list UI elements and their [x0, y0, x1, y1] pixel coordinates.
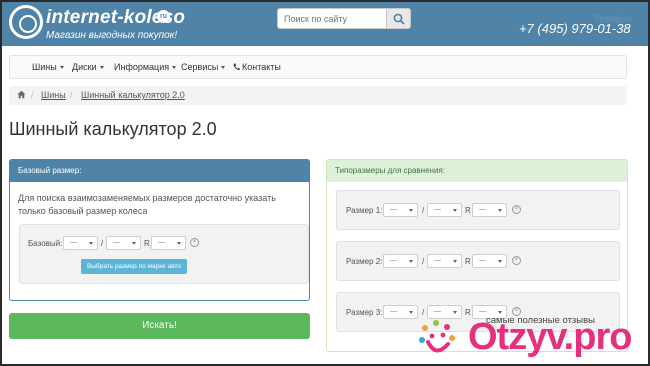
tire-logo-icon[interactable]: [9, 5, 43, 39]
caret-down-icon: [89, 242, 93, 245]
compare-row-1: Размер 1: — / — R — ×: [336, 190, 620, 230]
size-label: Размер 1:: [346, 206, 383, 215]
phone-icon: [233, 63, 240, 71]
r-label: R: [465, 206, 471, 215]
nav-item-info[interactable]: Информация: [114, 62, 177, 72]
search-icon: [393, 13, 405, 25]
caret-down-icon: [498, 311, 502, 314]
home-icon[interactable]: [17, 90, 26, 99]
width-select[interactable]: —: [383, 305, 418, 319]
width-select[interactable]: —: [383, 203, 418, 217]
base-label: Базовый:: [28, 239, 63, 248]
breadcrumb: / Шины / Шинный калькулятор 2.0: [9, 86, 627, 105]
caret-down-icon: [409, 311, 413, 314]
profile-select[interactable]: —: [106, 236, 141, 250]
select-value: —: [70, 239, 77, 246]
breadcrumb-separator: /: [31, 90, 34, 100]
breadcrumb-link-tires[interactable]: Шины: [41, 90, 66, 100]
select-value: —: [479, 257, 486, 264]
nav-label: Сервисы: [181, 62, 219, 72]
base-size-panel: Базовый размер: Для поиска взаимозаменяе…: [9, 159, 310, 301]
breadcrumb-separator: /: [70, 90, 73, 100]
site-header: internet-koleso ru Магазин выгодных поку…: [0, 0, 650, 46]
panel-title: Типоразмеры для сравнения:: [335, 166, 445, 175]
search-button[interactable]: [386, 8, 411, 29]
slash-separator: /: [422, 308, 425, 317]
otzyv-logo-icon: [419, 320, 455, 353]
caret-down-icon: [221, 66, 226, 70]
clear-icon[interactable]: ×: [512, 205, 521, 214]
select-value: —: [479, 308, 486, 315]
compare-row-2: Размер 2: — / — R — ×: [336, 241, 620, 281]
select-value: —: [158, 239, 165, 246]
clear-icon[interactable]: ×: [190, 238, 199, 247]
nav-label: Информация: [114, 62, 170, 72]
select-value: —: [113, 239, 120, 246]
panel-heading: Типоразмеры для сравнения:: [327, 160, 627, 182]
panel-description: Для поиска взаимозаменяемых размеров дос…: [18, 193, 276, 216]
r-label: R: [465, 257, 471, 266]
profile-select[interactable]: —: [427, 305, 462, 319]
caret-down-icon: [453, 311, 457, 314]
nav-item-wheels[interactable]: Диски: [72, 62, 104, 72]
caret-down-icon: [409, 209, 413, 212]
profile-select[interactable]: —: [427, 254, 462, 268]
width-select[interactable]: —: [383, 254, 418, 268]
caret-down-icon: [132, 242, 136, 245]
clear-icon[interactable]: ×: [512, 256, 521, 265]
nav-label: Диски: [72, 62, 97, 72]
caret-down-icon: [498, 209, 502, 212]
logo-tagline: Магазин выгодных покупок!: [46, 30, 178, 41]
select-by-car-button[interactable]: Выбрать размер по марке авто: [81, 259, 187, 274]
slash-separator: /: [422, 257, 425, 266]
watermark-logo-suffix: .pro: [563, 316, 633, 358]
nav-item-tires[interactable]: Шины: [32, 62, 64, 72]
caret-down-icon: [59, 66, 64, 70]
logo-ru-badge: ru: [157, 10, 170, 23]
breadcrumb-link-calculator[interactable]: Шинный калькулятор 2.0: [81, 90, 185, 100]
width-select[interactable]: —: [63, 236, 98, 250]
caret-down-icon: [409, 260, 413, 263]
diameter-select[interactable]: —: [151, 236, 186, 250]
panel-heading: Базовый размер:: [10, 160, 309, 182]
nav-item-services[interactable]: Сервисы: [181, 62, 226, 72]
select-value: —: [479, 206, 486, 213]
select-value: —: [434, 257, 441, 264]
caret-down-icon: [99, 66, 104, 70]
r-label: R: [144, 239, 150, 248]
caret-down-icon: [172, 66, 177, 70]
caret-down-icon: [453, 209, 457, 212]
page-title: Шинный калькулятор 2.0: [9, 119, 217, 139]
nav-item-contacts[interactable]: Контакты: [233, 62, 281, 72]
panel-title: Базовый размер:: [18, 166, 82, 175]
slash-separator: /: [101, 239, 104, 248]
select-value: —: [390, 308, 397, 315]
profile-select[interactable]: —: [427, 203, 462, 217]
diameter-select[interactable]: —: [472, 254, 507, 268]
select-value: —: [434, 206, 441, 213]
caret-down-icon: [498, 260, 502, 263]
watermark-logo: Otzyv.pro: [468, 316, 633, 359]
select-value: —: [434, 308, 441, 315]
nav-label: Шины: [32, 62, 57, 72]
select-value: —: [390, 257, 397, 264]
size-label: Размер 2:: [346, 257, 383, 266]
diameter-select[interactable]: —: [472, 203, 507, 217]
select-value: —: [390, 206, 397, 213]
caret-down-icon: [453, 260, 457, 263]
base-size-form: Базовый: — / — R — × Выбрать размер по м…: [19, 224, 309, 284]
caret-down-icon: [177, 242, 181, 245]
search-input[interactable]: [277, 8, 387, 29]
main-nav: Шины Диски Информация Сервисы Контакты: [9, 55, 627, 79]
search-submit-button[interactable]: Искать!: [9, 313, 310, 339]
nav-label: Контакты: [242, 62, 281, 72]
size-label: Размер 3:: [346, 308, 383, 317]
phone-number[interactable]: +7 (495) 979-01-38: [519, 21, 631, 36]
watermark-logo-prefix: Otzyv: [468, 316, 565, 358]
slash-separator: /: [422, 206, 425, 215]
